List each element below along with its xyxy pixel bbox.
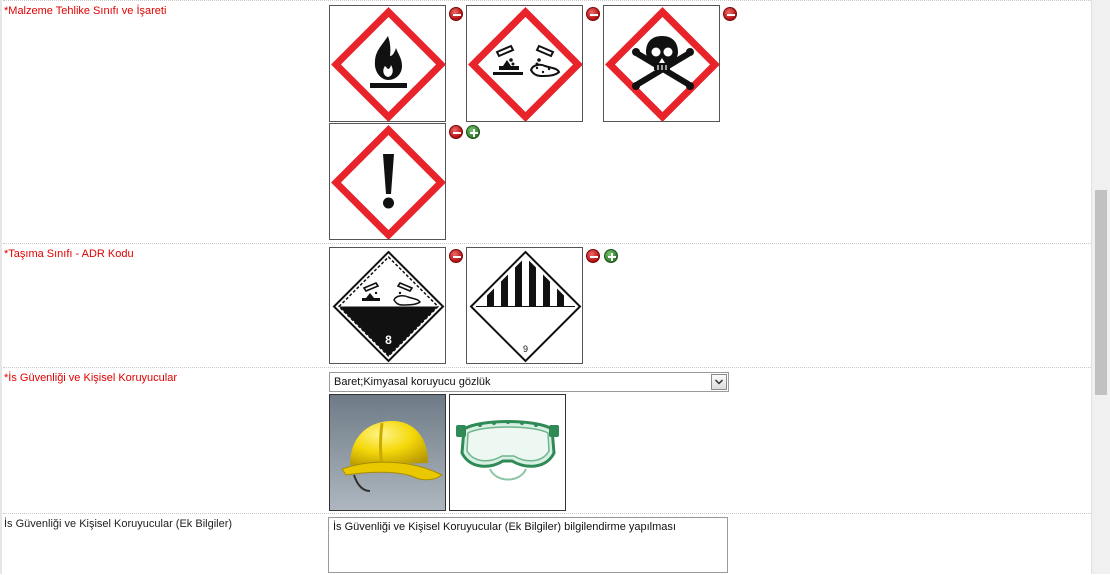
minus-circle-icon — [453, 256, 461, 258]
remove-class-9-button[interactable] — [586, 249, 600, 263]
plus-circle-icon — [608, 253, 616, 261]
vertical-scrollbar[interactable] — [1091, 0, 1110, 574]
form-content: *Malzeme Tehlike Sınıfı ve İşareti *Taşı… — [3, 0, 1091, 574]
ppe-extra-textarea[interactable]: İs Güvenliği ve Kişisel Koruyucular (Ek … — [328, 517, 728, 573]
safety-goggles-photo — [449, 394, 566, 511]
ppe-label: *İs Güvenliği ve Kişisel Koruyucular — [4, 372, 178, 384]
left-frame-border — [0, 0, 2, 574]
class-8-number: 8 — [385, 333, 392, 347]
ppe-select[interactable]: Baret;Kimyasal koruyucu gözlük — [329, 372, 729, 392]
misc-class-9-placard: 9 — [466, 247, 583, 364]
exclamation-pictogram — [329, 123, 446, 240]
ppe-row: *İs Güvenliği ve Kişisel Koruyucular Bar… — [3, 367, 1091, 514]
add-hazard-button[interactable] — [466, 125, 480, 139]
ppe-extra-label: İs Güvenliği ve Kişisel Koruyucular (Ek … — [4, 518, 233, 530]
remove-flame-button[interactable] — [449, 7, 463, 21]
flame-pictogram — [329, 5, 446, 122]
remove-skull-button[interactable] — [723, 7, 737, 21]
scrollbar-thumb[interactable] — [1095, 190, 1107, 395]
corrosion-pictogram — [466, 5, 583, 122]
remove-corrosion-button[interactable] — [586, 7, 600, 21]
minus-circle-icon — [453, 132, 461, 134]
hazard-class-label: *Malzeme Tehlike Sınıfı ve İşareti — [4, 5, 167, 17]
transport-class-row: *Taşıma Sınıfı - ADR Kodu 8 9 — [3, 243, 1091, 368]
remove-class-8-button[interactable] — [449, 249, 463, 263]
plus-circle-icon — [470, 129, 478, 137]
skull-crossbones-pictogram — [603, 5, 720, 122]
add-transport-button[interactable] — [604, 249, 618, 263]
minus-circle-icon — [453, 14, 461, 16]
corrosive-class-8-placard: 8 — [329, 247, 446, 364]
chevron-down-icon[interactable] — [711, 374, 727, 390]
ppe-extra-row: İs Güvenliği ve Kişisel Koruyucular (Ek … — [3, 513, 1091, 575]
remove-exclamation-button[interactable] — [449, 125, 463, 139]
class-9-number: 9 — [523, 344, 528, 354]
minus-circle-icon — [590, 14, 598, 16]
hard-hat-photo — [329, 394, 446, 511]
transport-class-label: *Taşıma Sınıfı - ADR Kodu — [4, 248, 134, 260]
minus-circle-icon — [590, 256, 598, 258]
ppe-selected-value: Baret;Kimyasal koruyucu gözlük — [334, 376, 491, 388]
hazard-class-row: *Malzeme Tehlike Sınıfı ve İşareti — [3, 0, 1091, 244]
minus-circle-icon — [727, 14, 735, 16]
